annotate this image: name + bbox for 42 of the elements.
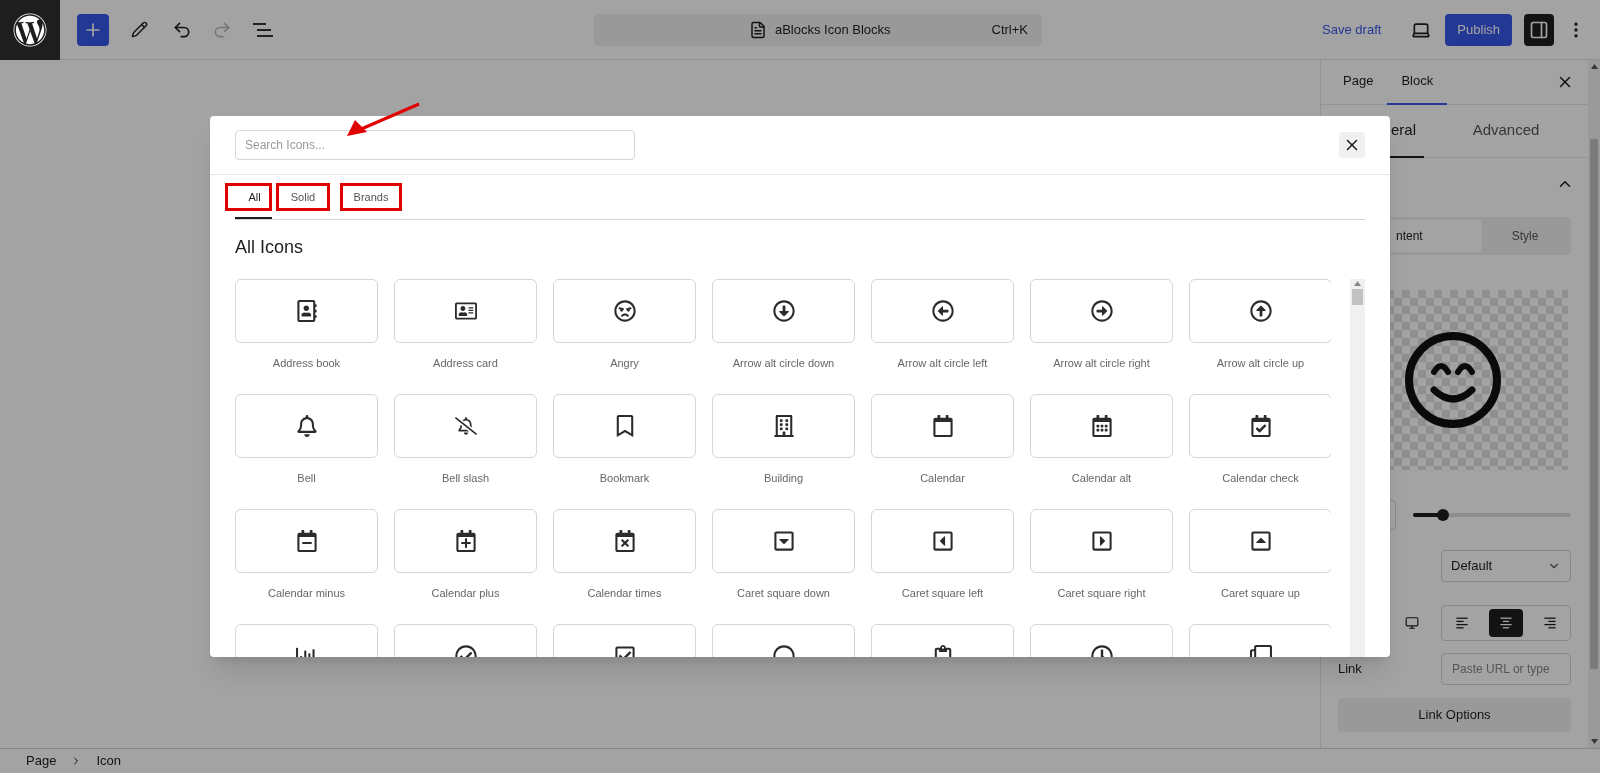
link-field[interactable]: Paste URL or type xyxy=(1441,653,1571,685)
icon-label: Calendar minus xyxy=(267,586,345,601)
select-value: Default xyxy=(1451,557,1494,576)
filter-tab[interactable]: Solid xyxy=(276,183,330,211)
icon-label: Caret square left xyxy=(901,586,984,601)
command-bar[interactable]: aBlocks Icon Blocks Ctrl+K xyxy=(594,13,1042,46)
search-field[interactable]: Search Icons... xyxy=(235,130,635,160)
icon-label: Bookmark xyxy=(599,471,650,486)
document-title: aBlocks Icon Blocks xyxy=(774,20,891,39)
breadcrumb-link[interactable]: Icon xyxy=(96,751,121,771)
section-heading: All Icons xyxy=(235,236,305,259)
icon-label: Arrow alt circle left xyxy=(897,356,988,371)
link-options-button[interactable]: Link Options xyxy=(1338,698,1571,732)
save-draft-link[interactable]: Save draft xyxy=(1322,19,1382,40)
icon-label: Building xyxy=(763,471,804,486)
sidebar-tab[interactable]: Block xyxy=(1387,59,1448,105)
icon-label: Angry xyxy=(610,356,639,371)
panel-tab[interactable]: Advanced xyxy=(1424,105,1588,158)
icon-label: Caret square up xyxy=(1221,586,1300,601)
icon-label: Arrow alt circle right xyxy=(1053,356,1150,371)
icon-label: Arrow alt circle up xyxy=(1216,356,1305,371)
filter-tab[interactable]: All xyxy=(225,183,272,211)
icon-label: Calendar xyxy=(920,471,965,486)
icon-label: Calendar plus xyxy=(431,586,500,601)
icon-label: Address card xyxy=(433,356,498,371)
icon-label: Caret square right xyxy=(1057,586,1146,601)
mode-tab[interactable]: Style xyxy=(1482,220,1568,252)
link-label: Link xyxy=(1338,660,1362,679)
breadcrumb-link[interactable]: Page xyxy=(26,751,57,771)
shortcut-hint: Ctrl+K xyxy=(991,20,1028,39)
icon-label: Arrow alt circle down xyxy=(732,356,835,371)
style-select[interactable]: Default xyxy=(1441,550,1571,582)
icon-label: Bell slash xyxy=(441,471,490,486)
icon-label: Calendar alt xyxy=(1071,471,1132,486)
filter-tab[interactable]: Brands xyxy=(340,183,402,211)
icon-label: Calendar check xyxy=(1222,471,1299,486)
icon-label: Bell xyxy=(297,471,316,486)
publish-button[interactable]: Publish xyxy=(1445,13,1512,46)
icon-label: Address book xyxy=(272,356,341,371)
icon-label: Calendar times xyxy=(587,586,662,601)
sidebar-tab[interactable]: Page xyxy=(1329,59,1388,105)
icon-label: Caret square down xyxy=(737,586,830,601)
